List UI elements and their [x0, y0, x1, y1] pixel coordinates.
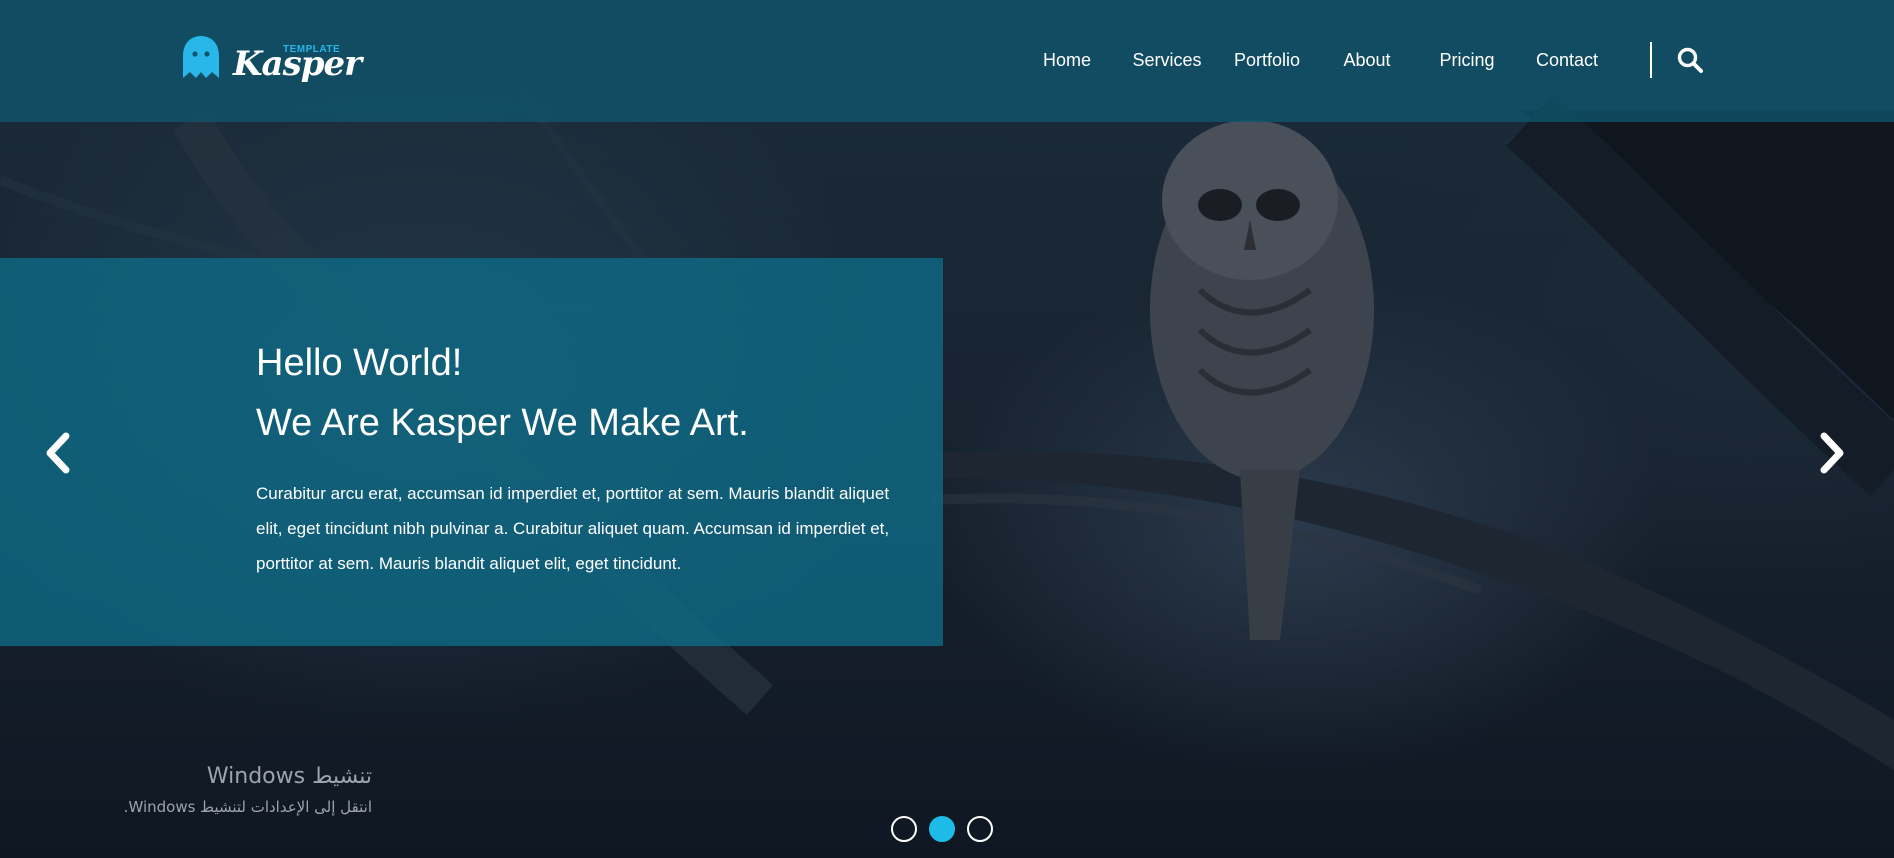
nav-link-home[interactable]: Home	[1043, 50, 1091, 71]
windows-activation-title: تنشيط Windows	[206, 764, 372, 789]
nav-link-contact[interactable]: Contact	[1536, 50, 1598, 71]
nav-link-services[interactable]: Services	[1132, 50, 1201, 71]
nav-link-portfolio[interactable]: Portfolio	[1234, 50, 1300, 71]
chevron-right-icon[interactable]	[1814, 428, 1850, 478]
main-nav: Home Services Portfolio About Pricing Co…	[0, 50, 1894, 74]
nav-link-about[interactable]: About	[1343, 50, 1390, 71]
nav-divider	[1650, 42, 1652, 78]
hero-description: Curabitur arcu erat, accumsan id imperdi…	[256, 484, 890, 573]
slider-dot-1[interactable]	[891, 816, 917, 842]
windows-activation-hint: انتقل إلى الإعدادات لتنشيط Windows.	[123, 798, 372, 816]
search-icon[interactable]	[1676, 46, 1704, 74]
slider-dot-3[interactable]	[967, 816, 993, 842]
chevron-left-icon[interactable]	[40, 428, 76, 478]
nav-link-pricing[interactable]: Pricing	[1439, 50, 1494, 71]
hero-title-line2: We Are Kasper We Make Art.	[256, 402, 749, 444]
hero-title-line1: Hello World!	[256, 342, 463, 384]
navbar: TEMPLATE Kasper Home Services Portfolio …	[0, 0, 1894, 122]
slider-dot-2[interactable]	[929, 816, 955, 842]
hero-caption: Hello World! We Are Kasper We Make Art. …	[0, 258, 943, 646]
slider-dots	[0, 816, 1894, 842]
